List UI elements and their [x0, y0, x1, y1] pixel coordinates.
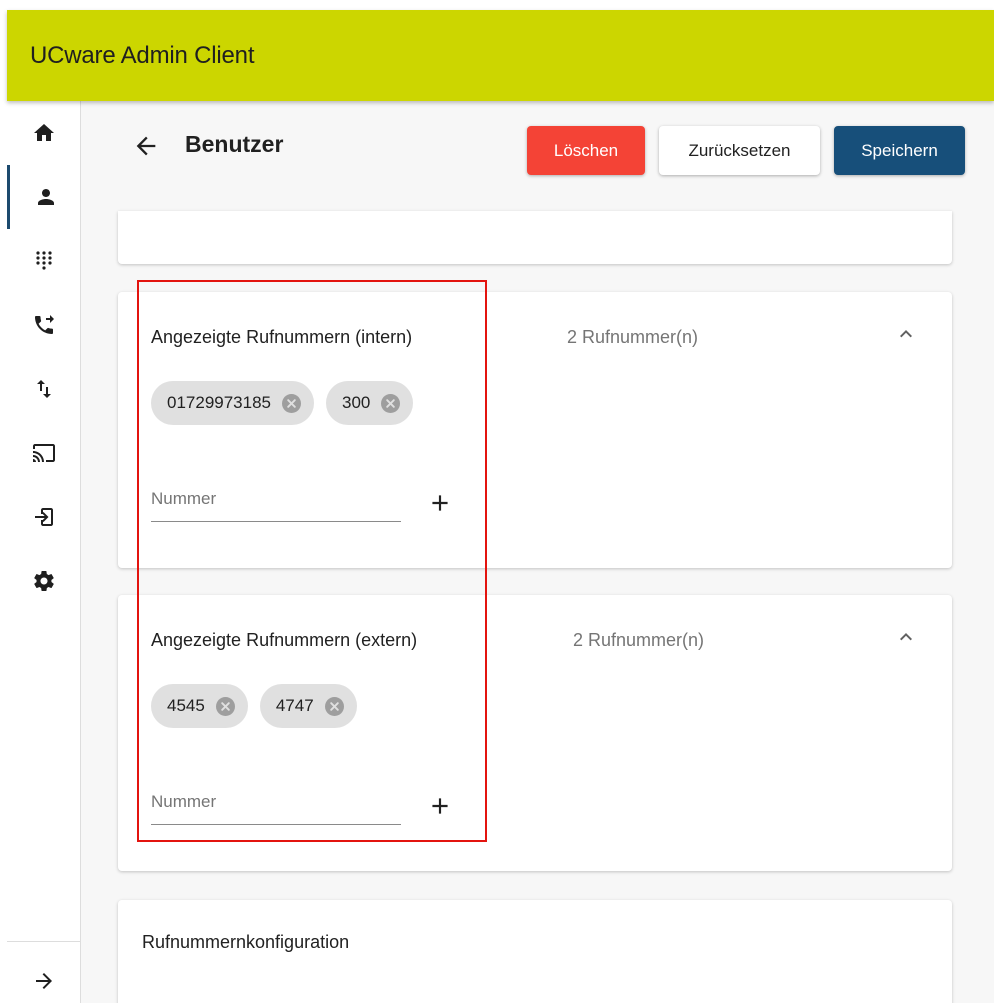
save-button[interactable]: Speichern — [834, 126, 965, 175]
sidebar-divider — [7, 941, 81, 942]
number-count: 2 Rufnummer(n) — [573, 630, 705, 650]
previous-section-card — [118, 211, 952, 264]
nav-dialpad[interactable] — [7, 229, 81, 293]
number-input[interactable] — [151, 783, 401, 825]
chevron-up-icon[interactable] — [894, 625, 918, 649]
cast-icon — [33, 444, 55, 462]
nav-settings[interactable] — [7, 549, 81, 613]
section-title: Rufnummernkonfiguration — [142, 932, 350, 952]
nav-transfer[interactable] — [7, 357, 81, 421]
internal-numbers-section: Angezeigte Rufnummern (intern) 2 Rufnumm… — [118, 292, 952, 568]
page-title: Benutzer — [185, 131, 284, 157]
close-icon — [287, 398, 296, 408]
nav-users[interactable] — [7, 165, 81, 229]
nav-login[interactable] — [7, 485, 81, 549]
number-input[interactable] — [151, 480, 401, 522]
number-count: 2 Rufnummer(n) — [567, 327, 699, 347]
chip-list: 4545 4747 — [151, 684, 357, 728]
chip-label: 4545 — [167, 696, 205, 715]
close-icon — [329, 701, 339, 711]
external-numbers-section: Angezeigte Rufnummern (extern) 2 Rufnumm… — [118, 595, 952, 871]
app-title: UCware Admin Client — [30, 42, 255, 69]
section-title: Angezeigte Rufnummern (extern) — [151, 630, 418, 650]
home-icon — [34, 124, 54, 141]
person-icon — [37, 189, 54, 205]
chip-list: 01729973185 300 — [151, 381, 414, 425]
delete-button[interactable]: Löschen — [527, 126, 645, 175]
call-forward-icon — [35, 315, 54, 334]
chip-label: 01729973185 — [167, 393, 272, 412]
dialpad-icon — [36, 251, 52, 270]
number-chip: 4545 — [151, 684, 248, 728]
settings-icon — [34, 571, 54, 591]
chip-label: 300 — [342, 393, 371, 412]
close-icon — [221, 701, 230, 711]
remove-chip-button[interactable] — [324, 696, 344, 716]
number-chip: 01729973185 — [151, 381, 315, 425]
sidebar — [7, 101, 81, 1003]
number-chip: 4747 — [259, 684, 357, 728]
nav-call-forwarding[interactable] — [7, 293, 81, 357]
chip-label: 4747 — [275, 696, 314, 715]
arrow-forward-icon — [36, 973, 52, 989]
remove-chip-button[interactable] — [215, 696, 235, 716]
number-configuration-section: Rufnummernkonfiguration — [118, 900, 952, 1003]
nav-devices[interactable] — [7, 421, 81, 485]
chevron-up-icon[interactable] — [894, 322, 918, 346]
main-content: Benutzer Löschen Zurücksetzen Speichern … — [81, 101, 994, 1003]
reset-button[interactable]: Zurücksetzen — [659, 126, 820, 175]
section-title: Angezeigte Rufnummern (intern) — [151, 327, 413, 347]
add-icon[interactable] — [427, 793, 453, 819]
add-icon[interactable] — [427, 490, 453, 516]
close-icon — [386, 398, 396, 408]
nav-home[interactable] — [7, 101, 81, 165]
remove-chip-button[interactable] — [381, 393, 401, 413]
sidebar-expand-button[interactable] — [7, 949, 81, 1003]
back-arrow-icon[interactable] — [132, 132, 160, 160]
swap-vert-icon — [37, 380, 51, 398]
number-chip: 300 — [326, 381, 414, 425]
remove-chip-button[interactable] — [282, 393, 302, 413]
login-icon — [35, 508, 53, 526]
app-bar: UCware Admin Client — [7, 10, 994, 101]
